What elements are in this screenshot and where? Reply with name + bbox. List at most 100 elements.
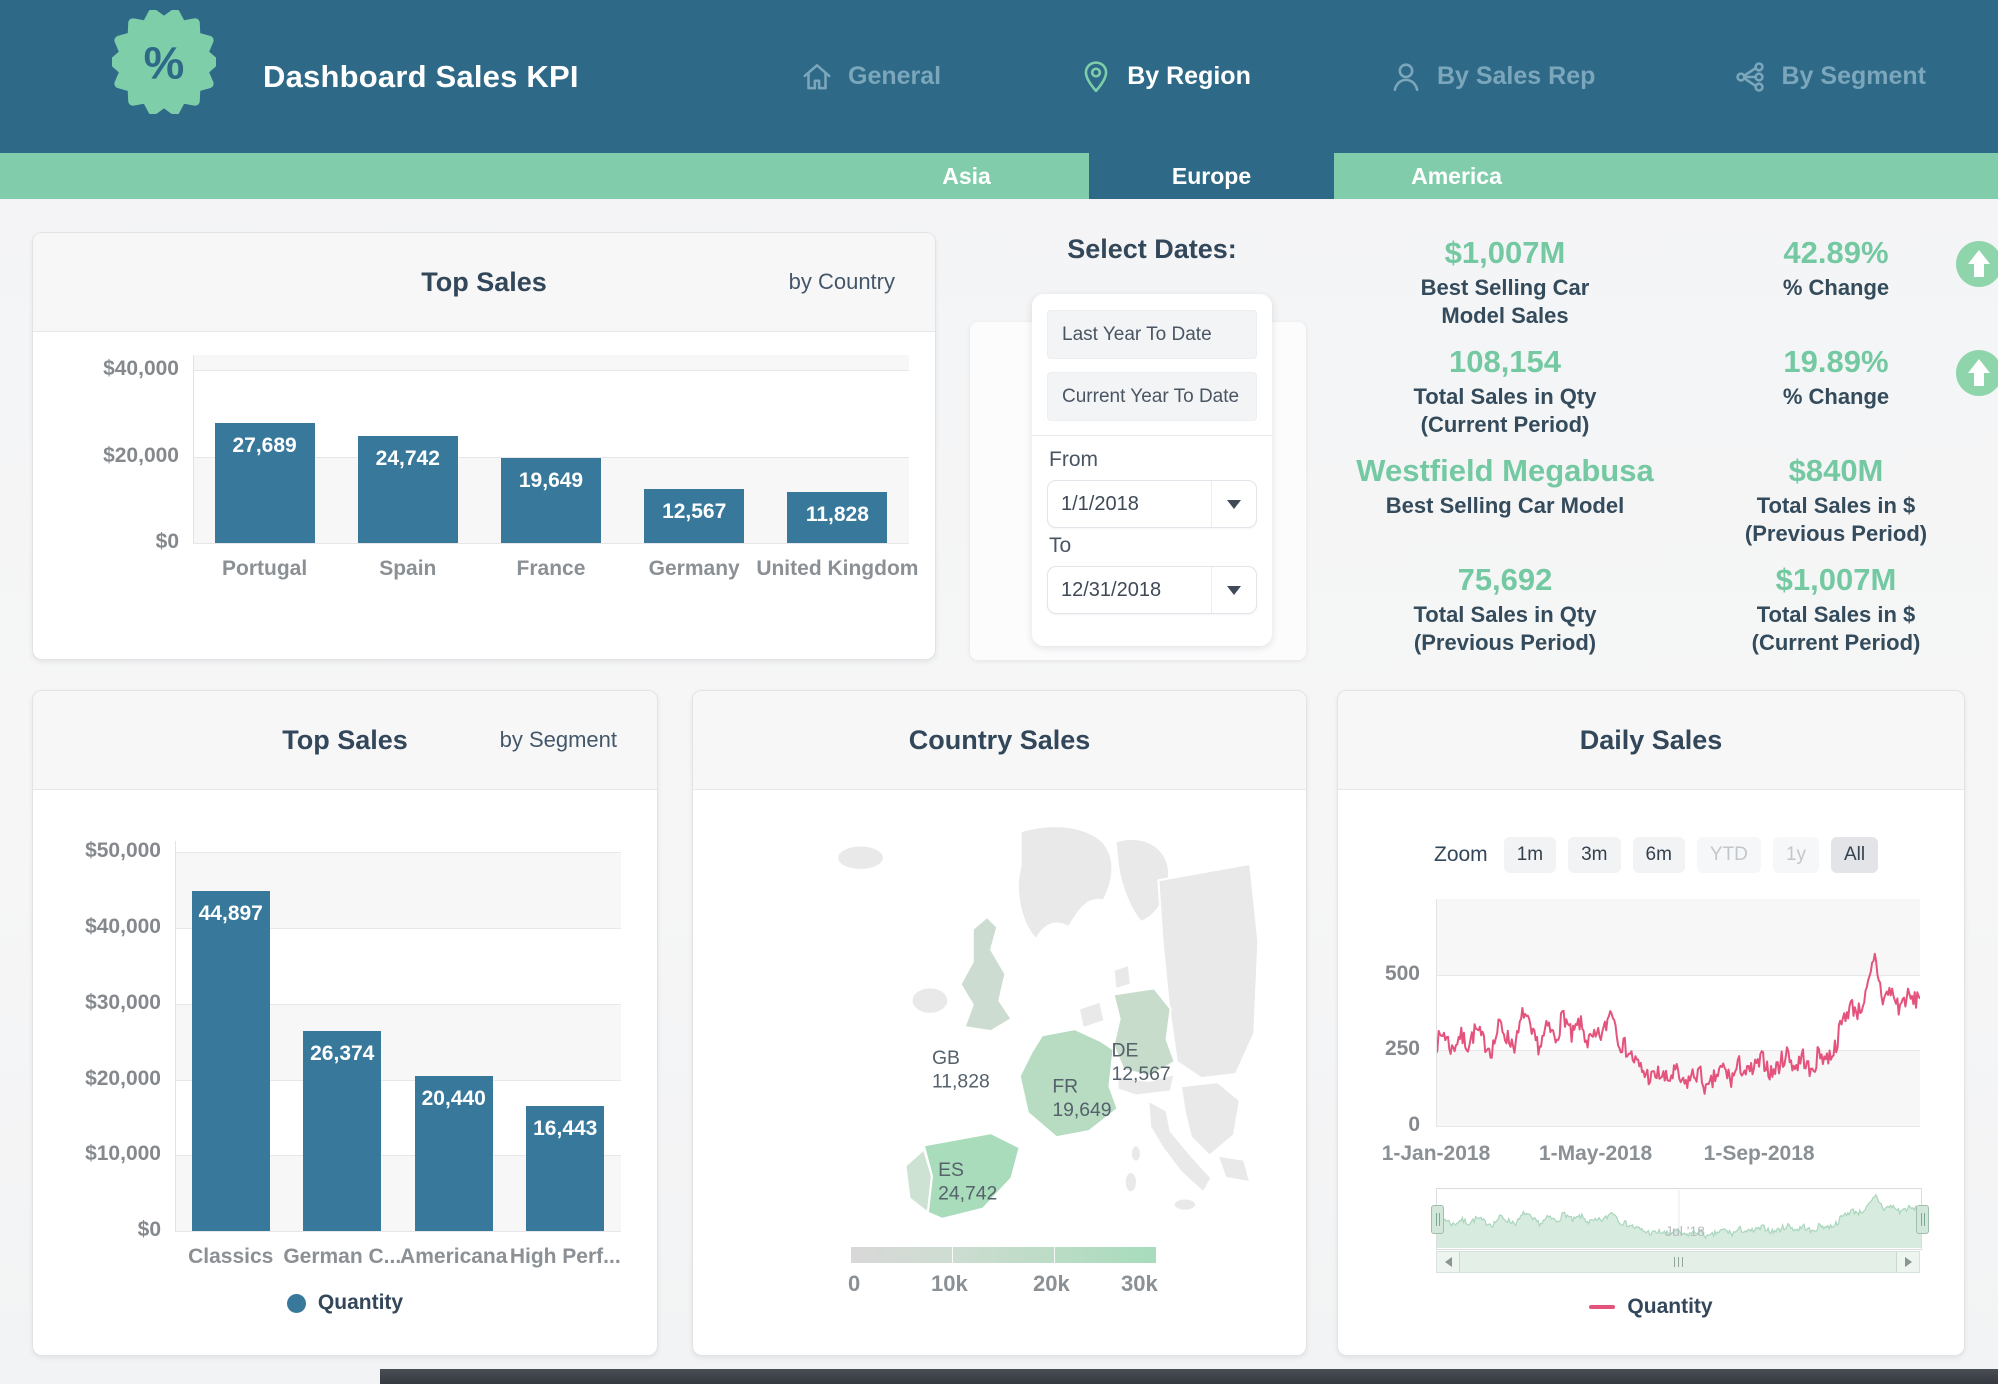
chevron-down-icon[interactable] (1211, 481, 1256, 527)
dashboard-page: % Dashboard Sales KPI GeneralBy RegionBy… (0, 0, 1998, 1384)
select-dates-panel: Last Year To Date Current Year To Date Fr… (1032, 294, 1272, 646)
kpi-card-6: 75,692Total Sales in Qty (Previous Perio… (1325, 553, 1685, 662)
person-icon (1389, 60, 1423, 94)
kpi-value: 108,154 (1325, 343, 1685, 380)
app-header: % Dashboard Sales KPI GeneralBy RegionBy… (0, 0, 1998, 153)
nav-item-by-segment[interactable]: By Segment (1733, 60, 1925, 94)
chevron-down-icon[interactable] (1211, 567, 1256, 613)
x-axis-category: High Perf... (480, 1245, 652, 1269)
zoom-button-1m[interactable]: 1m (1504, 837, 1556, 873)
preset-current-year-to-date[interactable]: Current Year To Date (1047, 372, 1257, 421)
bar-germany[interactable]: 12,567 (644, 489, 744, 543)
zoom-button-6m[interactable]: 6m (1633, 837, 1685, 873)
legend-marker (1589, 1305, 1615, 1309)
divider (1032, 435, 1272, 436)
chart-legend: Quantity (1338, 1295, 1964, 1319)
bar-portugal[interactable]: 27,689 (215, 423, 315, 543)
scroll-left-arrow[interactable] (1437, 1252, 1459, 1272)
kpi-label: Best Selling Car Model (1325, 492, 1685, 520)
nav-item-general[interactable]: General (800, 60, 941, 94)
bar-americana[interactable]: 20,440 (415, 1076, 493, 1231)
kpi-label: Total Sales in Qty (Previous Period) (1325, 601, 1685, 656)
bar-chart-plot-area: 44,897 26,374 20,440 16,443 (175, 841, 621, 1231)
y-axis-tick: $0 (43, 530, 179, 554)
kpi-card-3: 19.89%% Change (1685, 335, 1987, 444)
kpi-card-2: 108,154Total Sales in Qty (Current Perio… (1325, 335, 1685, 444)
navigator-axis-label: Jul '18 (1665, 1223, 1705, 1239)
map-country-other (837, 846, 884, 870)
map-country-gb[interactable] (961, 917, 1012, 1031)
y-axis-tick: $20,000 (25, 1067, 161, 1091)
tab-europe[interactable]: Europe (1089, 153, 1334, 199)
y-axis-line (1436, 899, 1437, 1126)
trend-up-arrow-icon (1955, 240, 1998, 288)
top-sales-by-country-card: Top Sales by Country Quantity 27,68924,7… (32, 232, 936, 660)
preset-last-year-to-date[interactable]: Last Year To Date (1047, 310, 1257, 359)
bar-france[interactable]: 19,649 (501, 458, 601, 543)
gridline (193, 543, 909, 544)
nav-item-label: By Region (1127, 62, 1251, 91)
map-color-scale (851, 1247, 1156, 1263)
zoom-button-1y: 1y (1773, 837, 1819, 873)
to-date-value: 12/31/2018 (1048, 579, 1211, 602)
map-country-other (1174, 1198, 1196, 1210)
tab-america[interactable]: America (1334, 153, 1579, 199)
y-axis-tick: $30,000 (25, 991, 161, 1015)
card-header: Top Sales by Country (33, 233, 935, 332)
bar-high-perf-[interactable]: 16,443 (526, 1106, 604, 1231)
zoom-button-all[interactable]: All (1831, 837, 1878, 873)
map-country-other (1218, 1156, 1251, 1183)
card-header: Country Sales (693, 691, 1306, 790)
kpi-value: $1,007M (1685, 561, 1987, 598)
nav-item-label: By Segment (1781, 62, 1925, 91)
kpi-card-5: $840MTotal Sales in $ (Previous Period) (1685, 444, 1987, 553)
to-date-select[interactable]: 12/31/2018 (1047, 566, 1257, 614)
scroll-thumb[interactable] (1459, 1252, 1897, 1272)
y-axis-tick: $40,000 (43, 357, 179, 381)
to-label: To (1049, 534, 1257, 558)
map-country-other (1131, 1145, 1141, 1161)
navigator-left-handle[interactable] (1431, 1205, 1444, 1234)
navigator-right-handle[interactable] (1916, 1205, 1929, 1234)
nav-item-label: By Sales Rep (1437, 62, 1595, 91)
home-icon (800, 60, 834, 94)
nav-item-by-sales-rep[interactable]: By Sales Rep (1389, 60, 1595, 94)
bar-value-label: 19,649 (501, 469, 601, 493)
select-dates-title: Select Dates: (1012, 234, 1292, 265)
scroll-right-arrow[interactable] (1897, 1252, 1919, 1272)
zoom-button-3m[interactable]: 3m (1568, 837, 1620, 873)
y-axis-line (193, 355, 194, 543)
kpi-card-4: Westfield Megabusa Best Selling Car Model (1325, 444, 1685, 553)
bar-classics[interactable]: 44,897 (192, 891, 270, 1231)
bar-value-label: 27,689 (215, 434, 315, 458)
map-country-other (1079, 1002, 1105, 1029)
from-label: From (1049, 448, 1257, 472)
bottom-window-edge (380, 1369, 1998, 1384)
nav-item-by-region[interactable]: By Region (1079, 60, 1251, 94)
bar-spain[interactable]: 24,742 (358, 436, 458, 543)
map-country-other (1125, 1172, 1137, 1192)
card-header: Daily Sales (1338, 691, 1964, 790)
bar-chart-plot-area: 27,689 24,742 19,649 12,567 11,828 (193, 355, 909, 543)
chart-legend: Quantity (33, 1291, 657, 1315)
region-tabbar: AsiaEuropeAmerica (0, 153, 1998, 199)
chart-navigator[interactable]: Jul '18 (1436, 1188, 1922, 1250)
chart-scrollbar[interactable] (1436, 1251, 1920, 1273)
kpi-value: Westfield Megabusa (1325, 452, 1685, 489)
location-pin-icon (1079, 60, 1113, 94)
bar-german-c-[interactable]: 26,374 (303, 1031, 381, 1231)
plot-band (193, 355, 909, 370)
bar-value-label: 11,828 (787, 503, 887, 527)
y-axis-tick: $20,000 (43, 444, 179, 468)
svg-text:%: % (144, 37, 185, 88)
gridline (1436, 1126, 1920, 1127)
tab-asia[interactable]: Asia (844, 153, 1089, 199)
map-country-other (1114, 965, 1131, 989)
map-label-fr-code: FR (1052, 1075, 1078, 1097)
zoom-label: Zoom (1434, 843, 1488, 867)
main-nav: General By Region By Sales Rep By Segment (800, 0, 1926, 153)
bar-united-kingdom[interactable]: 11,828 (787, 492, 887, 543)
from-date-select[interactable]: 1/1/2018 (1047, 480, 1257, 528)
europe-map: GB 11,828 DE 12,567 FR 19,649 ES 24,742 (805, 819, 1267, 1227)
map-country-other (1018, 826, 1112, 939)
